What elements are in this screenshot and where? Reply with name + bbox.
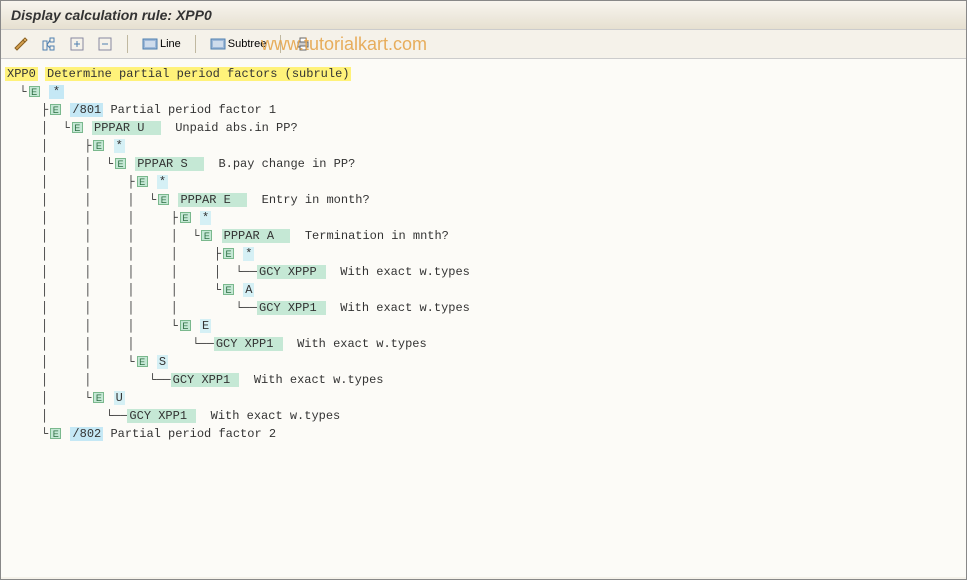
node-desc: Partial period factor 2 bbox=[110, 427, 276, 441]
node-code: GCY XPP1 bbox=[214, 337, 283, 351]
tree-row[interactable]: │ ├E * bbox=[5, 137, 962, 155]
node-code: A bbox=[243, 283, 254, 297]
node-code: PPPAR U bbox=[92, 121, 161, 135]
node-desc: With exact w.types bbox=[211, 409, 341, 423]
expand-node-icon[interactable]: E bbox=[72, 122, 83, 133]
select-line-button[interactable]: Line bbox=[138, 34, 185, 54]
window-title: Display calculation rule: XPP0 bbox=[1, 1, 966, 30]
node-desc: Unpaid abs.in PP? bbox=[175, 121, 297, 135]
node-desc: Determine partial period factors (subrul… bbox=[45, 67, 351, 81]
expand-node-icon[interactable]: E bbox=[93, 392, 104, 403]
tree-row[interactable]: │ │ ├E * bbox=[5, 173, 962, 191]
node-desc: B.pay change in PP? bbox=[218, 157, 355, 171]
node-code: E bbox=[200, 319, 211, 333]
tree-row[interactable]: │ └E U bbox=[5, 389, 962, 407]
expand-node-icon[interactable]: E bbox=[137, 176, 148, 187]
expand-node-icon[interactable]: E bbox=[158, 194, 169, 205]
node-code: * bbox=[114, 139, 125, 153]
tree-content: XPP0 Determine partial period factors (s… bbox=[1, 59, 966, 577]
line-label: Line bbox=[160, 38, 181, 50]
tree-row[interactable]: │ │ │ │ │ └──GCY XPPP With exact w.types bbox=[5, 263, 962, 281]
node-code: PPPAR E bbox=[178, 193, 247, 207]
toolbar: Line Subtree www.tutorialkart.com bbox=[1, 30, 966, 59]
expand-node-icon[interactable]: E bbox=[223, 284, 234, 295]
node-code: * bbox=[49, 85, 64, 99]
tree-row[interactable]: │ │ │ └E E bbox=[5, 317, 962, 335]
collapse-icon[interactable] bbox=[93, 34, 117, 54]
select-subtree-button[interactable]: Subtree bbox=[206, 34, 271, 54]
title-text: Display calculation rule: XPP0 bbox=[11, 7, 212, 23]
node-code: * bbox=[200, 211, 211, 225]
tree-row[interactable]: │ └──GCY XPP1 With exact w.types bbox=[5, 407, 962, 425]
expand-node-icon[interactable]: E bbox=[180, 212, 191, 223]
expand-node-icon[interactable]: E bbox=[50, 104, 61, 115]
expand-node-icon[interactable]: E bbox=[50, 428, 61, 439]
tree-row[interactable]: │ └E PPPAR U Unpaid abs.in PP? bbox=[5, 119, 962, 137]
node-code: GCY XPP1 bbox=[127, 409, 196, 423]
tree-row[interactable]: │ │ │ └E PPPAR E Entry in month? bbox=[5, 191, 962, 209]
tree-row-root[interactable]: XPP0 Determine partial period factors (s… bbox=[5, 65, 962, 83]
node-code: PPPAR A bbox=[222, 229, 291, 243]
node-desc: Termination in mnth? bbox=[305, 229, 449, 243]
display-attrs-icon[interactable] bbox=[37, 34, 61, 54]
expand-node-icon[interactable]: E bbox=[180, 320, 191, 331]
expand-node-icon[interactable]: E bbox=[93, 140, 104, 151]
separator bbox=[280, 35, 281, 53]
tree-row[interactable]: ├E /801 Partial period factor 1 bbox=[5, 101, 962, 119]
node-code: /801 bbox=[70, 103, 103, 117]
tree-row[interactable]: │ │ │ │ └──GCY XPP1 With exact w.types bbox=[5, 299, 962, 317]
node-code: * bbox=[243, 247, 254, 261]
node-desc: With exact w.types bbox=[254, 373, 384, 387]
tree-row[interactable]: │ │ └E PPPAR S B.pay change in PP? bbox=[5, 155, 962, 173]
node-code: GCY XPP1 bbox=[171, 373, 240, 387]
tree-row[interactable]: │ │ └──GCY XPP1 With exact w.types bbox=[5, 371, 962, 389]
node-code: XPP0 bbox=[5, 67, 38, 81]
separator bbox=[195, 35, 196, 53]
node-desc: Entry in month? bbox=[262, 193, 370, 207]
subtree-label: Subtree bbox=[228, 38, 267, 50]
node-code: GCY XPP1 bbox=[257, 301, 326, 315]
separator bbox=[127, 35, 128, 53]
toggle-change-icon[interactable] bbox=[9, 34, 33, 54]
expand-node-icon[interactable]: E bbox=[29, 86, 40, 97]
node-code: * bbox=[157, 175, 168, 189]
tree-row[interactable]: │ │ │ │ └E PPPAR A Termination in mnth? bbox=[5, 227, 962, 245]
node-desc: With exact w.types bbox=[340, 301, 470, 315]
expand-node-icon[interactable]: E bbox=[115, 158, 126, 169]
tree-row[interactable]: │ │ │ ├E * bbox=[5, 209, 962, 227]
node-code: /802 bbox=[70, 427, 103, 441]
print-icon[interactable] bbox=[291, 34, 315, 54]
tree-row[interactable]: └E * bbox=[5, 83, 962, 101]
node-code: PPPAR S bbox=[135, 157, 204, 171]
tree-row[interactable]: │ │ │ │ ├E * bbox=[5, 245, 962, 263]
expand-node-icon[interactable]: E bbox=[201, 230, 212, 241]
node-desc: Partial period factor 1 bbox=[110, 103, 276, 117]
expand-node-icon[interactable]: E bbox=[223, 248, 234, 259]
node-desc: With exact w.types bbox=[297, 337, 427, 351]
tree-row[interactable]: │ │ │ │ └E A bbox=[5, 281, 962, 299]
watermark-text: www.tutorialkart.com bbox=[261, 34, 427, 55]
node-desc: With exact w.types bbox=[340, 265, 470, 279]
node-code: S bbox=[157, 355, 168, 369]
tree-row[interactable]: │ │ │ └──GCY XPP1 With exact w.types bbox=[5, 335, 962, 353]
node-code: U bbox=[114, 391, 125, 405]
expand-node-icon[interactable]: E bbox=[137, 356, 148, 367]
node-code: GCY XPPP bbox=[257, 265, 326, 279]
expand-icon[interactable] bbox=[65, 34, 89, 54]
tree-row[interactable]: │ │ └E S bbox=[5, 353, 962, 371]
tree-row[interactable]: └E /802 Partial period factor 2 bbox=[5, 425, 962, 443]
